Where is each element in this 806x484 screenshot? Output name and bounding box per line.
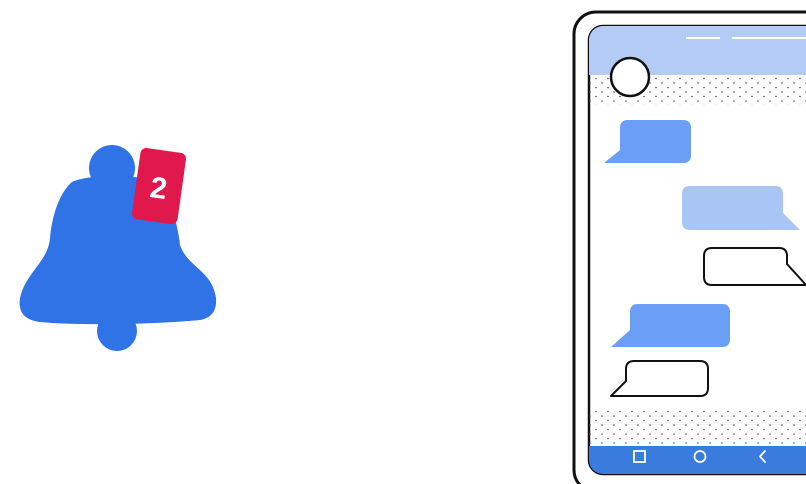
message-bubble-outgoing-1 <box>682 186 800 230</box>
notification-bell-icon <box>19 145 217 351</box>
notification-badge: 2 <box>131 148 187 225</box>
bell-body <box>19 176 217 325</box>
message-bubble-incoming-3 <box>610 360 709 397</box>
illustration-canvas: 2 <box>19 10 806 484</box>
contact-avatar <box>609 56 651 98</box>
phone-device <box>572 10 806 484</box>
dot-texture-bottom <box>589 408 806 446</box>
